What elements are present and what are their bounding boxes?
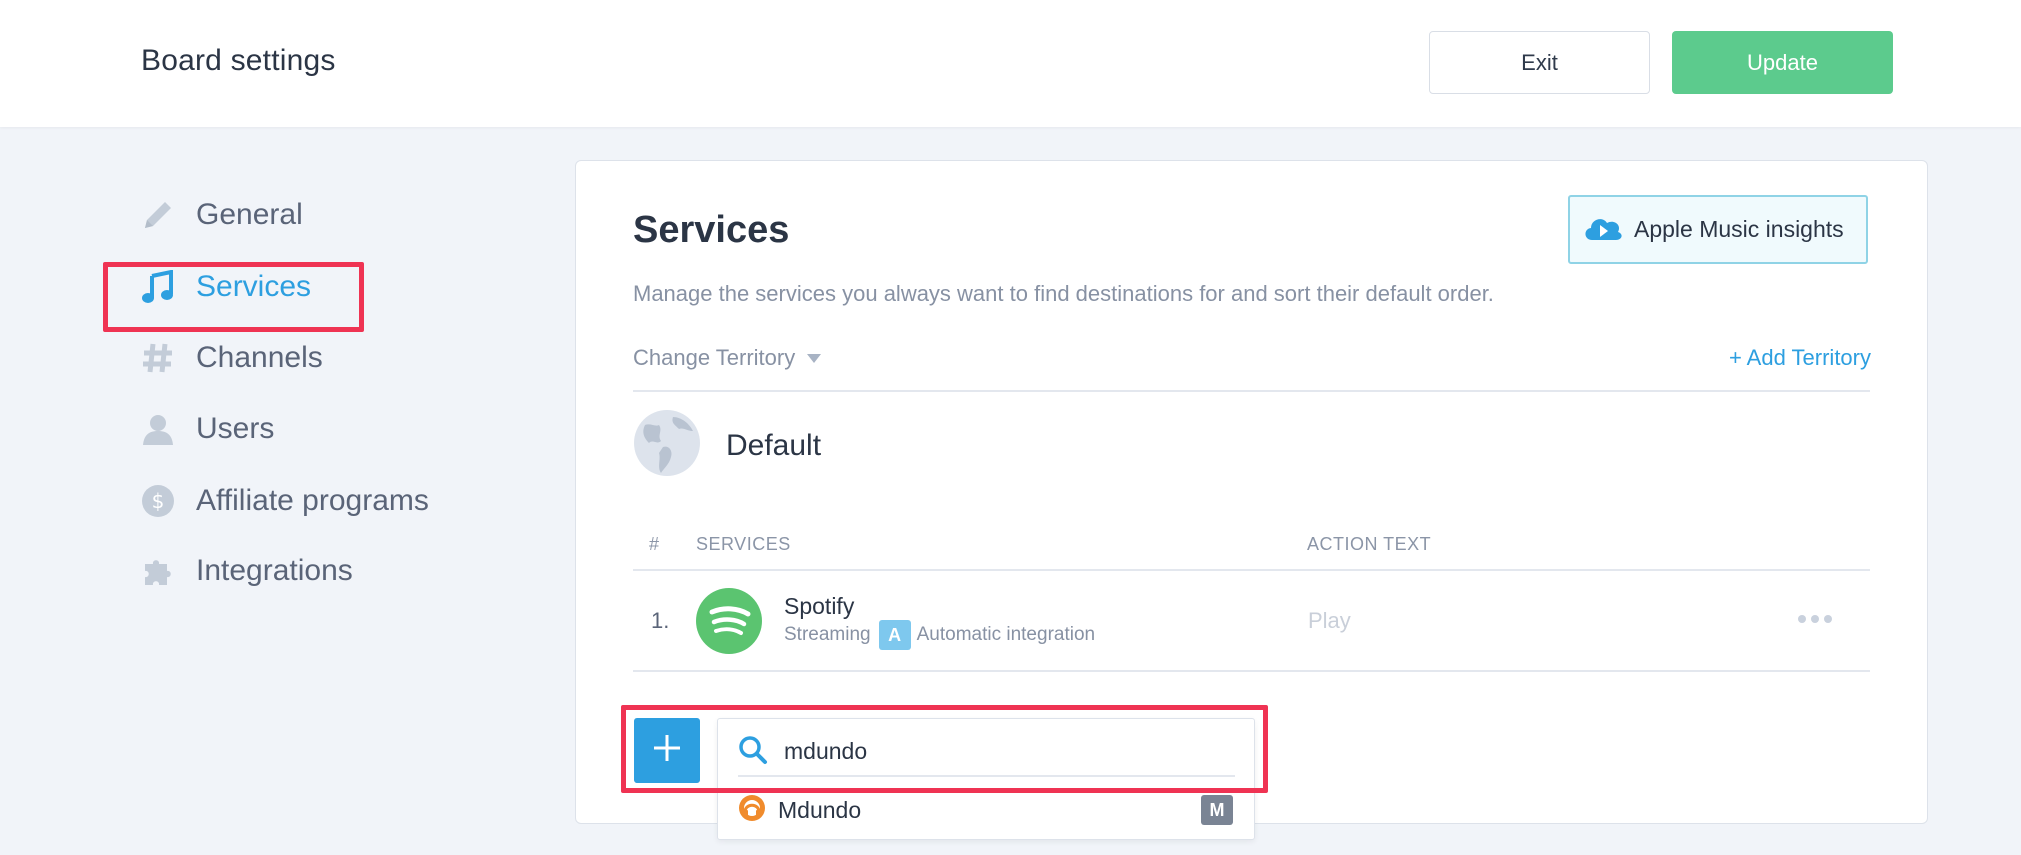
territory-default: Default: [633, 409, 821, 482]
sidebar-item-services[interactable]: Services: [140, 262, 520, 312]
divider: [633, 390, 1870, 392]
divider: [633, 569, 1870, 571]
page-title: Board settings: [141, 44, 336, 77]
user-icon: [140, 411, 176, 447]
spotify-icon: [696, 588, 762, 659]
insights-label: Apple Music insights: [1634, 216, 1844, 242]
column-header-action-text: ACTION TEXT: [1307, 534, 1432, 554]
caret-down-icon: [807, 353, 822, 363]
service-name: Spotify: [784, 593, 855, 619]
puzzle-icon: [140, 553, 176, 589]
pencil-icon: [140, 197, 176, 233]
search-input[interactable]: [784, 731, 1184, 771]
more-options-icon[interactable]: [1798, 615, 1832, 623]
service-search-dropdown: Mdundo M: [717, 718, 1255, 840]
svg-text:$: $: [152, 489, 165, 513]
plus-icon: [652, 733, 682, 768]
sidebar-item-integrations[interactable]: Integrations: [140, 546, 520, 596]
section-description: Manage the services you always want to f…: [633, 281, 1494, 306]
sidebar-item-label: General: [196, 198, 303, 231]
integration-type: Automatic integration: [916, 624, 1096, 645]
hash-icon: [140, 340, 176, 376]
sidebar-item-label: Channels: [196, 341, 323, 374]
change-territory-dropdown[interactable]: Change Territory: [633, 345, 822, 371]
exit-button[interactable]: Exit: [1429, 31, 1650, 94]
column-header-num: #: [649, 534, 660, 554]
sidebar-item-label: Services: [196, 270, 312, 303]
add-territory-link[interactable]: + Add Territory: [1729, 345, 1871, 371]
update-button[interactable]: Update: [1672, 31, 1893, 94]
search-result-item[interactable]: Mdundo: [738, 791, 1235, 829]
sidebar-item-channels[interactable]: Channels: [140, 333, 520, 383]
mdundo-icon: [738, 794, 766, 827]
change-territory-label: Change Territory: [633, 345, 796, 370]
search-icon: [738, 735, 768, 770]
territory-name: Default: [726, 428, 822, 462]
divider: [633, 670, 1870, 672]
service-meta: Streaming A Automatic integration: [784, 620, 1095, 650]
column-header-services: SERVICES: [696, 534, 791, 554]
dollar-icon: $: [140, 483, 176, 519]
action-text-value[interactable]: Play: [1308, 608, 1351, 634]
sidebar-item-label: Integrations: [196, 554, 353, 587]
service-type: Streaming: [784, 624, 871, 645]
apple-music-insights-button[interactable]: Apple Music insights: [1568, 195, 1868, 264]
row-number: 1.: [651, 608, 670, 633]
search-underline: [738, 775, 1235, 777]
integration-badge: M: [1201, 795, 1233, 825]
sidebar-item-label: Affiliate programs: [196, 484, 429, 517]
sidebar-item-general[interactable]: General: [140, 190, 520, 240]
add-service-button[interactable]: [634, 718, 700, 783]
section-title: Services: [633, 209, 790, 251]
search-result-label: Mdundo: [778, 796, 862, 823]
top-header: Board settings Exit Update: [0, 0, 2021, 127]
globe-icon: [633, 409, 701, 482]
sidebar-item-label: Users: [196, 412, 275, 445]
sidebar-item-affiliate-programs[interactable]: $ Affiliate programs: [140, 476, 520, 526]
music-note-icon: [140, 269, 176, 305]
cloud-play-icon: [1582, 212, 1624, 247]
integration-badge: A: [878, 620, 911, 650]
sidebar-item-users[interactable]: Users: [140, 404, 520, 454]
